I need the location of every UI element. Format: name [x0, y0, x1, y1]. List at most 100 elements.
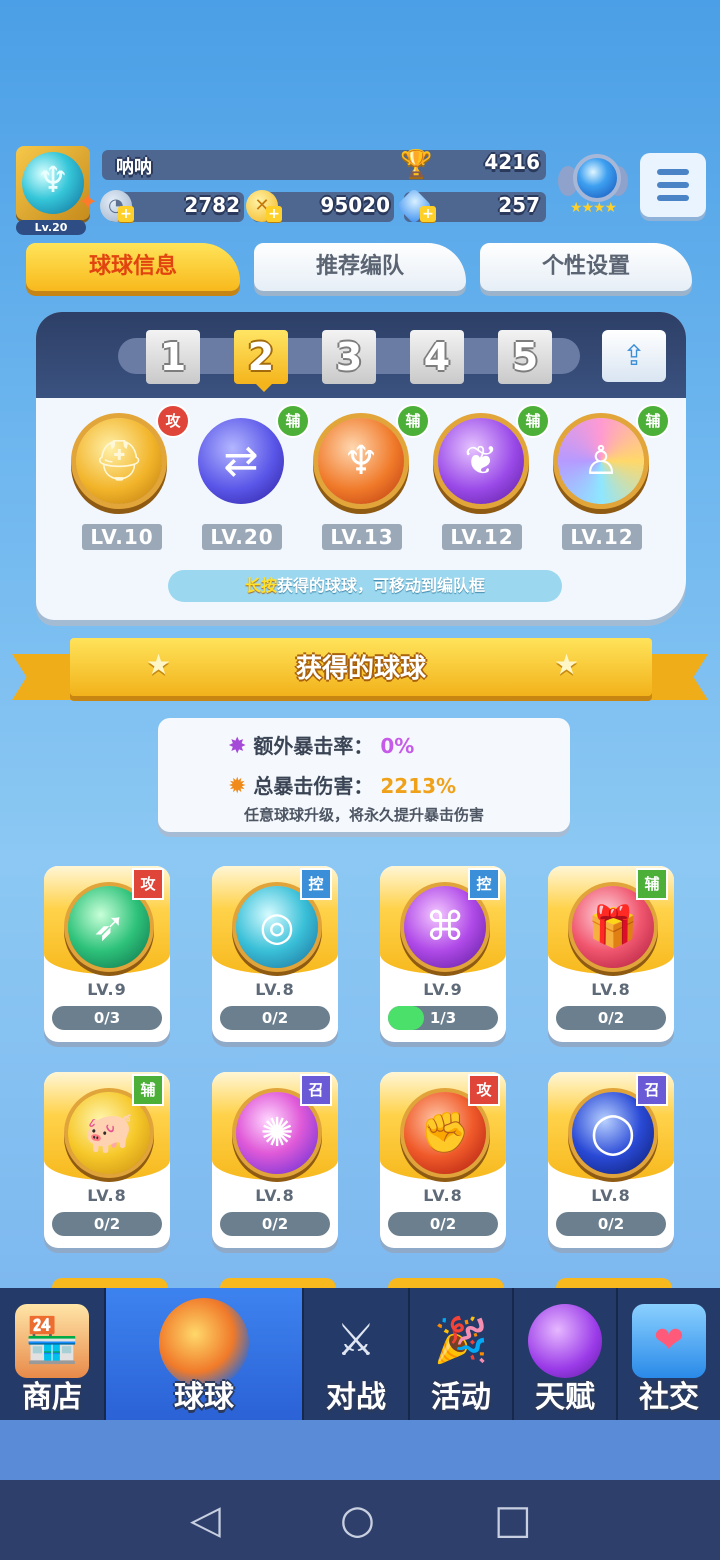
ball-card[interactable]: ◎ 控 LV.8 0/2	[212, 866, 338, 1042]
ribbon-left-end	[12, 654, 78, 700]
role-tag: 辅	[132, 1074, 164, 1106]
coins-plus-button[interactable]: +	[266, 206, 282, 222]
share-icon: ⇪	[622, 339, 646, 372]
card-level: LV.8	[87, 1186, 127, 1205]
gems-plus-button[interactable]: +	[420, 206, 436, 222]
role-tag: 攻	[468, 1074, 500, 1106]
rank-badge[interactable]: ★★★★	[556, 152, 630, 222]
nav-battle[interactable]: ⚔ 对战	[304, 1288, 408, 1420]
team-member-4-level: LV.12	[442, 524, 522, 550]
bottom-nav: 🏪 商店 球球 ⚔ 对战 🎉 活动 天赋 ❤ 社交	[0, 1288, 720, 1420]
nav-shop[interactable]: 🏪 商店	[0, 1288, 104, 1420]
trophy-icon: 🏆	[400, 149, 433, 179]
ball-card[interactable]: 🎁 辅 LV.8 0/2	[548, 866, 674, 1042]
card-progress: 0/2	[556, 1212, 666, 1236]
trophy-count: 4216	[484, 150, 540, 174]
rank-gem-icon	[573, 154, 621, 202]
team-member-5[interactable]: ♙	[558, 418, 644, 504]
team-slot-4[interactable]: 4	[410, 330, 464, 384]
role-tag-support: 辅	[276, 404, 310, 438]
people-icon: ♙	[583, 438, 619, 484]
back-icon[interactable]: ◁	[190, 1500, 221, 1540]
team-slot-3[interactable]: 3	[322, 330, 376, 384]
card-level: LV.8	[255, 1186, 295, 1205]
stamina-value: 2782	[184, 193, 240, 217]
nav-social[interactable]: ❤ 社交	[618, 1288, 720, 1420]
planet-icon	[528, 1304, 602, 1378]
team-member-3[interactable]: ♆	[318, 418, 404, 504]
avatar-orb-icon: ♆	[22, 152, 84, 214]
card-progress: 0/2	[220, 1212, 330, 1236]
nav-balls[interactable]: 球球	[106, 1288, 302, 1420]
home-icon[interactable]: ○	[340, 1500, 375, 1540]
ball-card[interactable]: ⌘ 控 LV.9 1/3	[380, 866, 506, 1042]
party-popper-icon: 🎉	[433, 1315, 489, 1366]
crit-damage-icon: ✹	[228, 774, 247, 799]
role-tag-support: 辅	[396, 404, 430, 438]
card-progress: 0/3	[52, 1006, 162, 1030]
maple-leaf-icon: ✦	[77, 188, 98, 216]
team-slot-1[interactable]: 1	[146, 330, 200, 384]
menu-button[interactable]	[640, 153, 706, 217]
nav-talent[interactable]: 天赋	[514, 1288, 616, 1420]
role-tag: 召	[636, 1074, 668, 1106]
team-member-2-level: LV.20	[202, 524, 282, 550]
nav-events[interactable]: 🎉 活动	[410, 1288, 512, 1420]
crit-note: 任意球球升级，将永久提升暴击伤害	[243, 806, 484, 824]
coins-value: 95020	[320, 193, 390, 217]
team-member-3-level: LV.13	[322, 524, 402, 550]
hamburger-icon	[657, 169, 689, 175]
team-slot-2[interactable]: 2	[234, 330, 288, 384]
swap-arrows-icon: ⇄	[223, 436, 259, 485]
crit-info-box: ✸ 额外暴击率： 0% ✹ 总暴击伤害： 2213% 任意球球升级，将永久提升暴…	[158, 718, 570, 832]
card-progress: 0/2	[388, 1212, 498, 1236]
crit-rate-icon: ✸	[228, 734, 247, 759]
team-slot-5[interactable]: 5	[498, 330, 552, 384]
wings-icon: ♆	[343, 438, 379, 484]
player-avatar[interactable]: ♆ ✦	[16, 146, 98, 220]
card-progress: 0/2	[52, 1212, 162, 1236]
card-level: LV.9	[423, 980, 463, 999]
ball-card[interactable]: 🐖 辅 LV.8 0/2	[44, 1072, 170, 1248]
role-tag: 攻	[132, 868, 164, 900]
card-level: LV.8	[255, 980, 295, 999]
role-tag: 辅	[636, 868, 668, 900]
total-crit-value: 2213%	[380, 774, 457, 798]
card-progress: 0/2	[220, 1006, 330, 1030]
gems-value: 257	[498, 193, 540, 217]
role-tag-attack: 攻	[156, 404, 190, 438]
stamina-plus-button[interactable]: +	[118, 206, 134, 222]
card-progress: 0/2	[556, 1006, 666, 1030]
tab-ball-info[interactable]: 球球信息	[26, 243, 240, 291]
ball-card[interactable]: ◯ 召 LV.8 0/2	[548, 1072, 674, 1248]
card-progress: 1/3	[388, 1006, 498, 1030]
player-name: 呐呐	[116, 157, 152, 178]
helmet-icon: ⛑	[93, 438, 145, 484]
share-button[interactable]: ⇪	[602, 330, 666, 382]
team-member-1[interactable]: ⛑	[76, 418, 162, 504]
extra-crit-value: 0%	[380, 734, 415, 758]
role-tag: 召	[300, 1074, 332, 1106]
card-level: LV.9	[87, 980, 127, 999]
role-tag-support: 辅	[636, 404, 670, 438]
crossed-swords-icon: ⚔	[336, 1315, 376, 1366]
chat-heart-icon: ❤	[632, 1304, 706, 1378]
drag-hint: 长按获得的球球，可移动到编队框	[168, 570, 562, 602]
team-member-5-level: LV.12	[562, 524, 642, 550]
ball-card[interactable]: ✺ 召 LV.8 0/2	[212, 1072, 338, 1248]
player-level-badge: Lv.20	[16, 220, 86, 235]
team-member-2[interactable]: ⇄	[198, 418, 284, 504]
section-title: 获得的球球	[295, 654, 426, 684]
role-tag-support: 辅	[516, 404, 550, 438]
shop-icon: 🏪	[15, 1304, 89, 1378]
ball-card[interactable]: ➶ 攻 LV.9 0/3	[44, 866, 170, 1042]
ball-card[interactable]: ✊ 攻 LV.8 0/2	[380, 1072, 506, 1248]
total-crit-label: 总暴击伤害：	[253, 774, 374, 798]
team-panel: 1 2 3 4 5 ⇪ ⛑ 攻 LV.10 ⇄ 辅 LV.20 ♆ 辅 LV.1…	[36, 312, 686, 620]
recents-icon[interactable]: □	[494, 1500, 532, 1540]
tab-recommended-team[interactable]: 推荐编队	[254, 243, 466, 291]
team-member-4[interactable]: ❦	[438, 418, 524, 504]
rank-stars-icon: ★★★★	[569, 200, 617, 216]
tab-personal-settings[interactable]: 个性设置	[480, 243, 692, 291]
card-level: LV.8	[591, 1186, 631, 1205]
